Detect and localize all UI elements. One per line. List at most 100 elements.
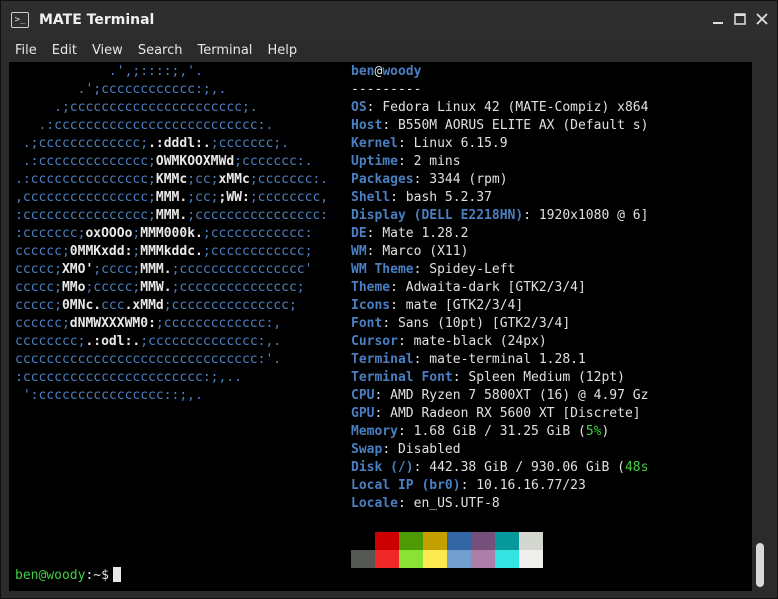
close-icon[interactable] [755,12,769,26]
info-key: Memory [351,424,398,439]
scrollbar-thumb[interactable] [756,543,764,587]
info-value: Sans (10pt) [GTK2/3/4] [397,316,571,331]
minimize-icon[interactable] [711,12,725,26]
info-value: 2 mins [413,154,461,169]
logo-line: :cccccccccccccccc;MMM.;cccccccccccccccc: [15,207,328,225]
info-row: Cursor: mate-black (24px) [351,334,547,349]
logo-segment: .:cccccccccccccccccccccccccc:. [15,118,274,133]
info-value: Linux 6.15.9 [413,136,508,151]
color-swatch [351,550,375,568]
info-row: Uptime: 2 mins [351,154,461,169]
logo-segment: ;cc; [187,172,219,187]
logo-segment: ccc [101,298,125,313]
logo-segment: ;ccccccc:. [234,154,313,169]
logo-segment: MMM. [155,190,188,205]
info-key: Packages [351,172,414,187]
logo-segment: ccccc; [15,262,62,277]
info-key: Icons [351,298,391,313]
info-value: AMD Radeon RX 5600 XT [Discrete] [390,406,641,421]
logo-segment: MMM. [155,208,188,223]
logo-segment: MMo [61,280,86,295]
logo-segment: :ccccccccccccccccccccccc:;,.. [15,370,242,385]
logo-segment: ;WW: [218,190,250,205]
menu-bar: File Edit View Search Terminal Help [1,39,777,62]
logo-segment: ;ccccccccccccccc; [163,298,297,313]
menu-edit[interactable]: Edit [46,43,83,58]
logo-segment: ;ccccccc:. [249,172,329,187]
info-value: Fedora Linux 42 (MATE-Compiz) x864 [382,100,649,115]
info-row: WM: Marco (X11) [351,244,469,259]
logo-line: .:ccccccccccccccc;KMMc;cc;xMMc;ccccccc:. [15,171,328,189]
info-value: mate-terminal 1.28.1 [429,352,586,367]
info-row: Local IP (br0): 10.16.16.77/23 [351,478,586,493]
prompt-path: :~$ [85,568,109,583]
info-row: OS: Fedora Linux 42 (MATE-Compiz) x864 [351,100,649,115]
shell-prompt[interactable]: ben@woody:~$ [15,567,121,585]
palette-normal-row [351,532,543,550]
logo-segment: cccccc; [15,316,70,331]
info-key: Shell [351,190,391,205]
info-value: 442.38 GiB / 930.06 GiB ( [429,460,625,475]
menu-view[interactable]: View [86,43,129,58]
info-row: Font: Sans (10pt) [GTK2/3/4] [351,316,571,331]
terminal-output[interactable]: .',;::::;,'. .';cccccccccccc:;,. .;ccccc… [9,62,752,591]
color-swatch [471,532,495,550]
info-value: B550M AORUS ELITE AX (Default s) [397,118,649,133]
logo-segment: ;ccccccccccccc:, [155,316,282,331]
menu-terminal[interactable]: Terminal [191,43,258,58]
info-key: Terminal [351,352,414,367]
logo-segment: ;cccc; [93,262,141,277]
logo-segment: .:odl:. [85,334,141,349]
logo-segment: cccccccc; [15,334,86,349]
info-key: Kernel [351,136,398,151]
info-value: Adwaita-dark [GTK2/3/4] [405,280,586,295]
logo-line: .:cccccccccccccccccccccccccc:. [15,117,328,135]
color-swatch [519,532,543,550]
color-swatch [399,550,423,568]
menu-help[interactable]: Help [261,43,303,58]
info-key: Display (DELL E2218HN) [351,208,524,223]
scrollbar[interactable] [752,62,768,591]
logo-segment: XMO' [61,262,94,277]
info-row: Host: B550M AORUS ELITE AX (Default s) [351,118,649,133]
color-swatch [447,550,471,568]
info-value: 10.16.16.77/23 [476,478,586,493]
info-key: OS [351,100,367,115]
info-key: Font [351,316,383,331]
logo-segment: ;cccccccccccccccc' [171,262,313,277]
logo-line: .';cccccccccccc:;,. [15,81,328,99]
logo-segment: ;cccccccccccccccc: [187,208,329,223]
logo-segment: ;ccccccc;. [210,136,289,151]
title-bar[interactable]: >_ MATE Terminal [1,1,777,39]
logo-segment: ;ccccc; [85,280,141,295]
info-tail: ) [601,424,610,439]
logo-segment: ;cccccccc, [249,190,329,205]
info-row: GPU: AMD Radeon RX 5600 XT [Discrete] [351,406,641,421]
info-separator: --------- [351,82,422,97]
menu-file[interactable]: File [9,43,43,58]
logo-segment: ;cccccccccccc: [202,226,313,241]
color-swatch [375,532,399,550]
info-value: Spleen Medium (12pt) [468,370,625,385]
logo-segment: cccccc; [15,244,70,259]
logo-segment: 0MMKxdd: [69,244,133,259]
logo-line: .;ccccccccccccc;.:dddl:.;ccccccc;. [15,135,328,153]
info-user: ben [351,64,375,79]
logo-line: ccccc;MMo;ccccc;MMW.;ccccccccccccccc; [15,279,328,297]
user-host-line: ben@woody [351,63,648,81]
info-row: Shell: bash 5.2.37 [351,190,492,205]
logo-line: cccccc;0MMKxdd:;MMMkddc.;cccccccccccc; [15,243,328,261]
info-row: CPU: AMD Ryzen 7 5800XT (16) @ 4.97 Gz [351,388,649,403]
info-value: 1.68 GiB / 31.25 GiB ( [413,424,586,439]
logo-segment: 0MNc. [61,298,102,313]
palette-bright-row [351,550,543,568]
color-swatch [471,550,495,568]
info-highlight: 48s [624,460,649,475]
color-palette [351,532,543,568]
color-swatch [351,532,375,550]
logo-line: ,cccccccccccccccc;MMM.;cc;;WW:;cccccccc, [15,189,328,207]
menu-search[interactable]: Search [132,43,189,58]
info-value: 3344 (rpm) [429,172,508,187]
logo-segment: .xMMd [124,298,164,313]
maximize-icon[interactable] [733,12,747,26]
